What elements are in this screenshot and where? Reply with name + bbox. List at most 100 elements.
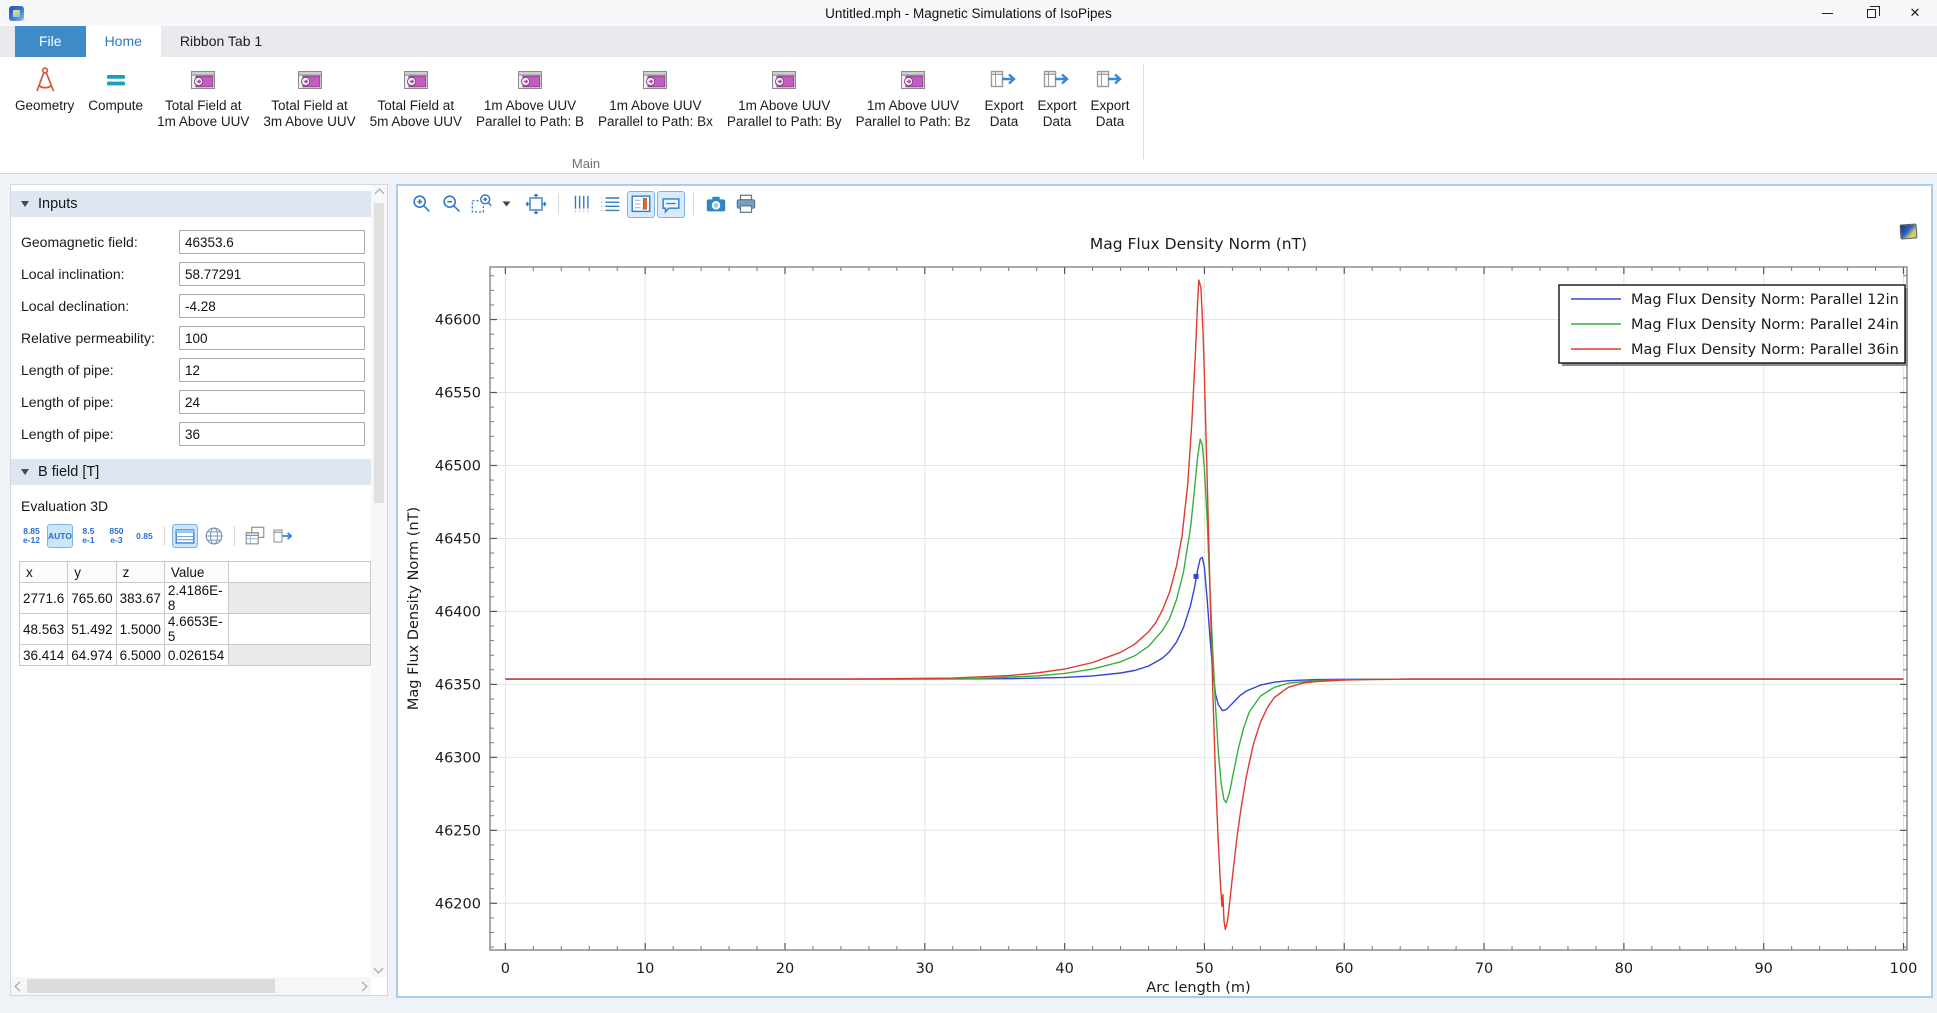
total-field-3m-button[interactable]: Total Field at 3m Above UUV xyxy=(256,62,362,131)
zoom-box-dropdown[interactable] xyxy=(498,191,514,218)
col-y[interactable]: y xyxy=(68,562,116,583)
ribbon: Geometry Compute Total Field at 1m Above… xyxy=(0,57,1937,174)
local-inclination-input[interactable] xyxy=(179,262,365,286)
zoom-in-button[interactable] xyxy=(408,191,436,218)
chevron-down-icon xyxy=(502,201,511,207)
geometry-button[interactable]: Geometry xyxy=(8,62,81,115)
legend-toggle-button[interactable] xyxy=(627,191,655,218)
vertical-scroll-thumb[interactable] xyxy=(374,203,384,503)
svg-text:Mag Flux Density Norm (nT): Mag Flux Density Norm (nT) xyxy=(406,507,422,710)
parallel-path-bz-button[interactable]: 1m Above UUV Parallel to Path: Bz xyxy=(849,62,978,131)
svg-text:Mag Flux Density Norm (nT): Mag Flux Density Norm (nT) xyxy=(1090,235,1307,253)
horizontal-scrollbar[interactable] xyxy=(11,977,371,995)
col-x[interactable]: x xyxy=(20,562,68,583)
ribbon-group-separator xyxy=(1143,64,1144,159)
export-data-icon xyxy=(1042,63,1072,97)
close-button[interactable]: ✕ xyxy=(1893,0,1937,26)
export-data-button-3[interactable]: Export Data xyxy=(1084,62,1137,131)
ribbon-tab-bar: File Home Ribbon Tab 1 xyxy=(0,26,1937,57)
table-row: 48.563 51.492 1.5000 4.6653E-5 xyxy=(20,614,371,645)
svg-text:50: 50 xyxy=(1195,961,1213,977)
minimize-button[interactable] xyxy=(1805,0,1849,26)
zoom-extents-icon xyxy=(524,192,548,216)
precision-auto-button[interactable]: AUTO xyxy=(47,524,73,548)
plot-window-icon xyxy=(190,63,216,97)
toolbar-separator xyxy=(693,193,694,215)
y-axis-grid-button[interactable] xyxy=(567,191,595,218)
collapse-triangle-icon xyxy=(21,201,29,207)
col-z[interactable]: z xyxy=(116,562,164,583)
compute-button[interactable]: Compute xyxy=(81,62,150,115)
table-toolbar: 8.85 e-12 AUTO 8.5 e-1 850 e-3 0.85 xyxy=(19,523,371,549)
local-declination-label: Local declination: xyxy=(21,298,179,314)
scroll-right-icon[interactable] xyxy=(358,981,368,991)
plot-window-icon xyxy=(642,63,668,97)
graphics-toolbar xyxy=(398,186,1931,222)
scroll-down-icon[interactable] xyxy=(374,964,384,974)
field-row: Geomagnetic field: xyxy=(21,229,371,255)
export-data-button-2[interactable]: Export Data xyxy=(1030,62,1083,131)
precision-8-5e-1-button[interactable]: 8.5 e-1 xyxy=(76,524,101,548)
pipe-length-24-input[interactable] xyxy=(179,390,365,414)
bfield-section-header[interactable]: B field [T] xyxy=(11,459,371,485)
plot-svg[interactable]: 0102030405060708090100462004625046300463… xyxy=(398,222,1931,996)
svg-text:100: 100 xyxy=(1890,961,1918,977)
print-button[interactable] xyxy=(732,191,760,218)
settings-panel: Inputs Geomagnetic field: Local inclinat… xyxy=(10,184,388,996)
copy-table-button[interactable] xyxy=(242,524,268,548)
pipe-length-24-label: Length of pipe: xyxy=(21,394,179,410)
inputs-section-header[interactable]: Inputs xyxy=(11,191,371,217)
relative-permeability-input[interactable] xyxy=(179,326,365,350)
graphics-window: 0102030405060708090100462004625046300463… xyxy=(396,184,1933,998)
zoom-box-button[interactable] xyxy=(468,191,496,218)
tab-ribbon-tab-1[interactable]: Ribbon Tab 1 xyxy=(161,26,281,57)
local-inclination-label: Local inclination: xyxy=(21,266,179,282)
scroll-up-icon[interactable] xyxy=(374,189,384,199)
parallel-path-by-button[interactable]: 1m Above UUV Parallel to Path: By xyxy=(720,62,849,131)
table-view-button[interactable] xyxy=(172,524,198,548)
total-field-1m-button[interactable]: Total Field at 1m Above UUV xyxy=(150,62,256,131)
svg-text:30: 30 xyxy=(916,961,934,977)
restore-button[interactable] xyxy=(1849,0,1893,26)
minimize-icon xyxy=(1822,13,1833,14)
tab-home[interactable]: Home xyxy=(86,26,161,57)
export-data-button-1[interactable]: Export Data xyxy=(977,62,1030,131)
svg-text:46200: 46200 xyxy=(435,896,481,912)
svg-text:46500: 46500 xyxy=(435,458,481,474)
vertical-scrollbar[interactable] xyxy=(371,185,387,977)
plot-area[interactable]: 0102030405060708090100462004625046300463… xyxy=(398,222,1931,996)
col-value[interactable]: Value xyxy=(164,562,228,583)
plot-window-icon xyxy=(771,63,797,97)
local-declination-input[interactable] xyxy=(179,294,365,318)
plot-window-icon xyxy=(900,63,926,97)
zoom-extents-button[interactable] xyxy=(522,191,550,218)
svg-text:80: 80 xyxy=(1615,961,1633,977)
tooltip-toggle-button[interactable] xyxy=(657,191,685,218)
full-precision-button[interactable] xyxy=(201,524,227,548)
export-table-button[interactable] xyxy=(271,524,297,548)
zoom-out-button[interactable] xyxy=(438,191,466,218)
scroll-left-icon[interactable] xyxy=(15,981,25,991)
y-grid-icon xyxy=(569,192,593,216)
precision-8-85e-12-button[interactable]: 8.85 e-12 xyxy=(19,524,44,548)
x-axis-grid-button[interactable] xyxy=(597,191,625,218)
export-data-icon xyxy=(989,63,1019,97)
pipe-length-36-input[interactable] xyxy=(179,422,365,446)
tab-file[interactable]: File xyxy=(15,26,86,57)
svg-text:46300: 46300 xyxy=(435,750,481,766)
plot-window-icon xyxy=(297,63,323,97)
total-field-5m-button[interactable]: Total Field at 5m Above UUV xyxy=(363,62,469,131)
svg-text:46250: 46250 xyxy=(435,823,481,839)
parallel-path-b-button[interactable]: 1m Above UUV Parallel to Path: B xyxy=(469,62,591,131)
precision-0-85-button[interactable]: 0.85 xyxy=(132,524,157,548)
svg-text:60: 60 xyxy=(1335,961,1353,977)
svg-text:Arc length (m): Arc length (m) xyxy=(1146,980,1250,996)
geomagnetic-field-input[interactable] xyxy=(179,230,365,254)
compute-equals-icon xyxy=(103,63,129,97)
parallel-path-bx-button[interactable]: 1m Above UUV Parallel to Path: Bx xyxy=(591,62,720,131)
pipe-length-12-input[interactable] xyxy=(179,358,365,382)
precision-850e-3-button[interactable]: 850 e-3 xyxy=(104,524,129,548)
horizontal-scroll-thumb[interactable] xyxy=(27,979,275,993)
snapshot-button[interactable] xyxy=(702,191,730,218)
table-row: 2771.6 765.60 383.67 2.4186E-8 xyxy=(20,583,371,614)
